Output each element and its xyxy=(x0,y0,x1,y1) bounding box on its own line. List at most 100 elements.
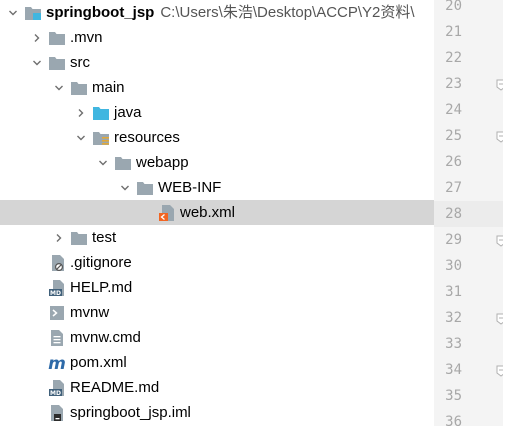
tree-row-readme-md[interactable]: MD README.md xyxy=(0,375,434,400)
gutter-line: 23 xyxy=(434,71,508,97)
tree-item-label: HELP.md xyxy=(70,279,133,296)
line-number: 20 xyxy=(445,0,462,14)
folder-icon xyxy=(48,29,66,47)
line-number: 33 xyxy=(445,336,462,352)
gutter-line: 20 xyxy=(434,0,508,19)
gutter-line: 32 xyxy=(434,305,508,331)
gutter-line: 25 xyxy=(434,123,508,149)
line-number: 35 xyxy=(445,388,462,404)
tree-row-resources[interactable]: resources xyxy=(0,125,434,150)
line-number: 34 xyxy=(445,362,462,378)
line-number: 29 xyxy=(445,232,462,248)
line-number: 22 xyxy=(445,50,462,66)
ignore-file-icon xyxy=(48,254,66,272)
tree-row-mvn[interactable]: .mvn xyxy=(0,25,434,50)
tree-item-label: resources xyxy=(114,129,180,146)
line-number: 31 xyxy=(445,284,462,300)
resources-folder-icon xyxy=(92,129,110,147)
folder-icon xyxy=(48,54,66,72)
iml-file-icon xyxy=(48,404,66,422)
line-number: 24 xyxy=(445,102,462,118)
tree-item-label: src xyxy=(70,54,90,71)
gutter-line: 36 xyxy=(434,409,508,426)
chevron-down-icon[interactable] xyxy=(96,156,110,170)
tree-row-src[interactable]: src xyxy=(0,50,434,75)
markdown-file-icon: MD xyxy=(48,379,66,397)
chevron-down-icon[interactable] xyxy=(74,131,88,145)
line-number: 36 xyxy=(445,414,462,426)
tree-row-web-inf[interactable]: WEB-INF xyxy=(0,175,434,200)
tree-item-label: WEB-INF xyxy=(158,179,222,196)
gutter-line: 33 xyxy=(434,331,508,357)
text-file-icon xyxy=(48,329,66,347)
gutter-line: 30 xyxy=(434,253,508,279)
folder-icon xyxy=(114,154,132,172)
tree-row-mvnw-cmd[interactable]: mvnw.cmd xyxy=(0,325,434,350)
tree-item-label: webapp xyxy=(136,154,189,171)
editor-gutter: 20 21 22 23 24 25 26 27 28 29 30 31 32 3… xyxy=(434,0,508,426)
xml-file-icon xyxy=(158,204,176,222)
md-badge: MD xyxy=(50,289,61,296)
folder-icon xyxy=(70,229,88,247)
chevron-down-icon[interactable] xyxy=(30,56,44,70)
tree-item-label: web.xml xyxy=(180,204,236,221)
maven-badge: m xyxy=(48,354,66,372)
chevron-down-icon[interactable] xyxy=(52,81,66,95)
chevron-down-icon[interactable] xyxy=(118,181,132,195)
gutter-line-current: 28 xyxy=(434,201,508,227)
module-folder-icon xyxy=(24,4,42,22)
project-path: C:\Users\朱浩\Desktop\ACCP\Y2资料\ xyxy=(160,4,415,21)
tree-item-label: .mvn xyxy=(70,29,103,46)
chevron-right-icon[interactable] xyxy=(30,31,44,45)
tree-row-pom-xml[interactable]: m pom.xml xyxy=(0,350,434,375)
line-number: 23 xyxy=(445,76,462,92)
line-number: 26 xyxy=(445,154,462,170)
line-number: 25 xyxy=(445,128,462,144)
line-number: 30 xyxy=(445,258,462,274)
chevron-right-icon[interactable] xyxy=(52,231,66,245)
tree-row-root[interactable]: springboot_jsp C:\Users\朱浩\Desktop\ACCP\… xyxy=(0,0,434,25)
tree-row-mvnw[interactable]: mvnw xyxy=(0,300,434,325)
gutter-line: 27 xyxy=(434,175,508,201)
folder-icon xyxy=(70,79,88,97)
tree-item-label: springboot_jsp.iml xyxy=(70,404,191,421)
project-name: springboot_jsp xyxy=(46,4,155,21)
tree-row-help-md[interactable]: MD HELP.md xyxy=(0,275,434,300)
line-number: 27 xyxy=(445,180,462,196)
editor-text-area[interactable] xyxy=(503,0,508,426)
tree-row-gitignore[interactable]: .gitignore xyxy=(0,250,434,275)
source-folder-icon xyxy=(92,104,110,122)
chevron-right-icon[interactable] xyxy=(74,106,88,120)
gutter-line: 26 xyxy=(434,149,508,175)
project-tree-panel: springboot_jsp C:\Users\朱浩\Desktop\ACCP\… xyxy=(0,0,434,426)
line-number: 32 xyxy=(445,310,462,326)
gutter-line: 35 xyxy=(434,383,508,409)
tree-row-java[interactable]: java xyxy=(0,100,434,125)
tree-item-label: java xyxy=(114,104,142,121)
chevron-down-icon[interactable] xyxy=(6,6,20,20)
folder-icon xyxy=(136,179,154,197)
script-file-icon xyxy=(48,304,66,322)
md-badge: MD xyxy=(50,389,61,396)
tree-row-iml[interactable]: springboot_jsp.iml xyxy=(0,400,434,425)
gutter-line: 21 xyxy=(434,19,508,45)
markdown-file-icon: MD xyxy=(48,279,66,297)
tree-row-main[interactable]: main xyxy=(0,75,434,100)
line-number: 21 xyxy=(445,24,462,40)
line-number: 28 xyxy=(445,206,462,222)
gutter-line: 34 xyxy=(434,357,508,383)
tree-row-web-xml[interactable]: web.xml xyxy=(0,200,434,225)
tree-item-label: mvnw xyxy=(70,304,110,321)
tree-item-label: pom.xml xyxy=(70,354,127,371)
maven-file-icon: m xyxy=(48,354,66,372)
gutter-line: 31 xyxy=(434,279,508,305)
tree-item-label: .gitignore xyxy=(70,254,132,271)
tree-item-label: test xyxy=(92,229,117,246)
tree-item-label: README.md xyxy=(70,379,160,396)
tree-item-label: mvnw.cmd xyxy=(70,329,141,346)
tree-row-test[interactable]: test xyxy=(0,225,434,250)
gutter-line: 24 xyxy=(434,97,508,123)
gutter-line: 22 xyxy=(434,45,508,71)
tree-item-label: main xyxy=(92,79,125,96)
tree-row-webapp[interactable]: webapp xyxy=(0,150,434,175)
